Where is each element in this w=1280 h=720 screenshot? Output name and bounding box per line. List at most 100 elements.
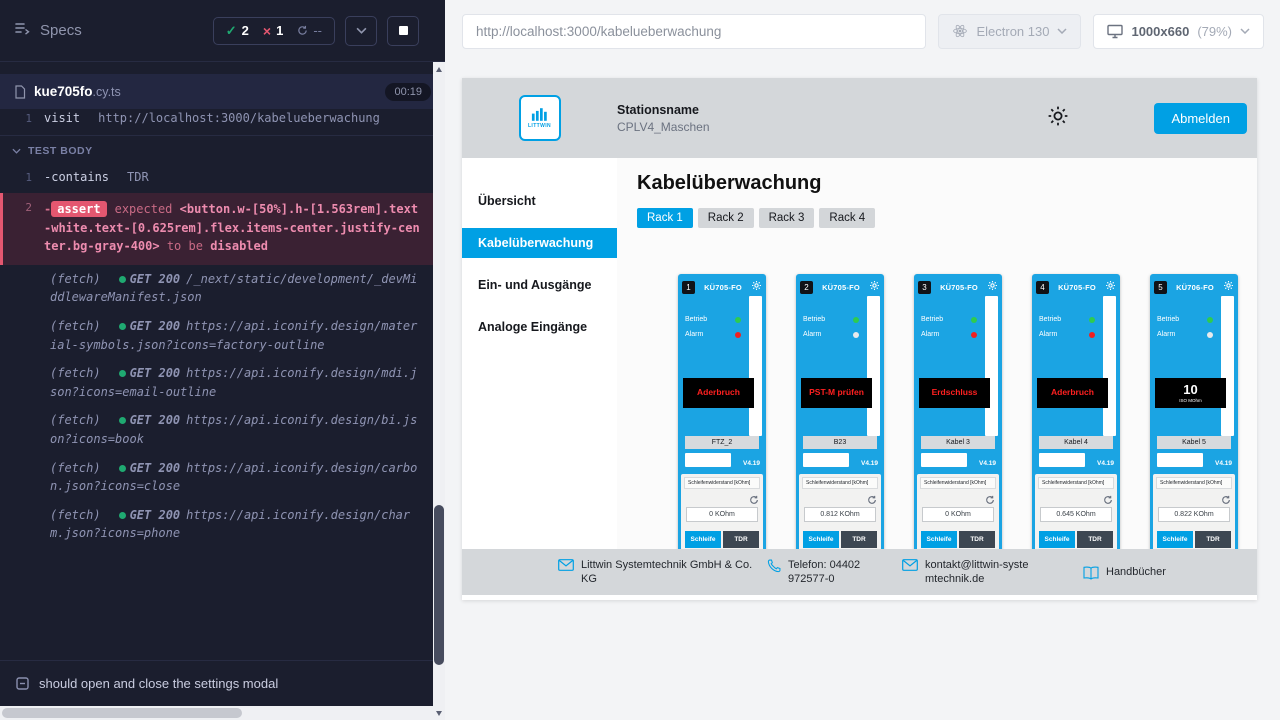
footer-icon: [902, 559, 918, 571]
chevron-down-icon: [356, 27, 367, 34]
rack-tab[interactable]: Rack 4: [819, 208, 875, 228]
electron-icon: [952, 23, 968, 39]
footer-icon: [1083, 566, 1099, 580]
sidebar-item[interactable]: Kabelüberwachung: [462, 228, 617, 258]
chevron-down-icon: [1057, 28, 1067, 34]
test-checkbox-icon: [16, 677, 29, 690]
logout-button[interactable]: Abmelden: [1154, 103, 1247, 134]
scroll-up-arrow[interactable]: [433, 62, 445, 76]
tdr-button[interactable]: TDR: [723, 531, 759, 548]
collapse-reporter-button[interactable]: [345, 16, 377, 46]
schleife-button[interactable]: Schleife: [803, 531, 839, 548]
footer-item[interactable]: kontakt@littwin-systemtechnik.de: [902, 558, 1037, 587]
failed-assert[interactable]: 2 -assertexpected <button.w-[50%].h-[1.5…: [0, 193, 445, 265]
stop-icon: [399, 26, 408, 35]
rack-tab[interactable]: Rack 1: [637, 208, 693, 228]
horizontal-scrollbar[interactable]: [0, 706, 433, 720]
firmware-version: V4.19: [1097, 460, 1114, 467]
refresh-icon[interactable]: [867, 492, 877, 510]
footer-item[interactable]: Telefon: 04402 972577-0: [767, 558, 888, 587]
tdr-button[interactable]: TDR: [1195, 531, 1231, 548]
app-footer: Littwin Systemtechnik GmbH & Co. KG Tele…: [462, 549, 1257, 595]
card-gear-icon[interactable]: [869, 278, 880, 296]
url-input[interactable]: [462, 14, 926, 49]
refresh-icon[interactable]: [1221, 492, 1231, 510]
fetch-entry[interactable]: (fetch)GET 200https://api.iconify.design…: [0, 406, 445, 453]
card-number: 3: [918, 281, 931, 294]
betrieb-led-icon: [1207, 317, 1213, 323]
card-gear-icon[interactable]: [987, 278, 998, 296]
sidebar-item[interactable]: Ein- und Ausgänge: [462, 264, 617, 306]
card-gear-icon[interactable]: [751, 278, 762, 296]
cable-name: Kabel 5: [1157, 436, 1231, 449]
rack-tab[interactable]: Rack 3: [759, 208, 815, 228]
refresh-icon[interactable]: [1103, 492, 1113, 510]
next-test-row[interactable]: should open and close the settings modal: [0, 660, 433, 706]
spec-file-icon: [14, 85, 26, 99]
measurement-label: Schleifenwiderstand [kOhm]: [1038, 477, 1114, 489]
scrollbar-thumb[interactable]: [434, 505, 444, 665]
refresh-icon[interactable]: [985, 492, 995, 510]
cross-icon: ×: [263, 23, 271, 39]
settings-gear-icon[interactable]: [1046, 104, 1070, 133]
card-gear-icon[interactable]: [1105, 278, 1116, 296]
scroll-down-arrow[interactable]: [433, 706, 445, 720]
specs-menu-icon[interactable]: [14, 21, 30, 40]
tdr-button[interactable]: TDR: [841, 531, 877, 548]
schleife-button[interactable]: Schleife: [1039, 531, 1075, 548]
betrieb-led-icon: [971, 317, 977, 323]
sidebar-item[interactable]: Analoge Eingänge: [462, 306, 617, 348]
measurement-panel: Schleifenwiderstand [kOhm] 0.812 KOhm Sc…: [799, 474, 881, 549]
mail-icon: [902, 559, 918, 571]
command-contains[interactable]: 1 -contains TDR: [0, 164, 445, 190]
fetch-entry[interactable]: (fetch)GET 200https://api.iconify.design…: [0, 454, 445, 501]
fetch-entry[interactable]: (fetch)GET 200https://api.iconify.design…: [0, 312, 445, 359]
device-model: KÜ705-FO: [816, 283, 866, 292]
betrieb-status: Betrieb: [1157, 316, 1213, 323]
vertical-scrollbar[interactable]: [433, 62, 445, 720]
card-number: 2: [800, 281, 813, 294]
device-card: 5 KÜ706-FO Betrieb Alarm: [1150, 274, 1238, 549]
rack-tab[interactable]: Rack 2: [698, 208, 754, 228]
footer-item[interactable]: Handbücher: [1083, 565, 1166, 580]
schleife-button[interactable]: Schleife: [1157, 531, 1193, 548]
card-gear-icon[interactable]: [1223, 278, 1234, 296]
schleife-button[interactable]: Schleife: [685, 531, 721, 548]
cable-name: FTZ_2: [685, 436, 759, 449]
command-visit[interactable]: 1 visit http://localhost:3000/kabelueber…: [0, 111, 445, 136]
viewport-scale: (79%): [1197, 24, 1232, 39]
browser-select[interactable]: Electron 130: [938, 14, 1081, 49]
cable-name: Kabel 3: [921, 436, 995, 449]
specs-label[interactable]: Specs: [40, 22, 82, 39]
stat-pending: --: [297, 23, 322, 38]
status-dot-icon: [119, 512, 126, 519]
chevron-down-icon: [1240, 28, 1250, 34]
status-dot-icon: [119, 276, 126, 283]
viewport-select[interactable]: 1000x660 (79%): [1093, 14, 1264, 49]
refresh-icon[interactable]: [749, 492, 759, 510]
status-display: 10 ISO MOhm: [1155, 378, 1226, 408]
status-dot-icon: [119, 370, 126, 377]
resistance-value: 0.645 KOhm: [1040, 507, 1112, 522]
indicator-bar: [867, 296, 880, 436]
logo-bars-icon: [531, 108, 549, 121]
indicator-bar: [1221, 296, 1234, 436]
spec-header[interactable]: kue705fo.cy.ts 00:19: [0, 74, 445, 109]
device-cards: 1 KÜ705-FO Betrieb Alarm: [678, 274, 1257, 549]
scrollbar-thumb[interactable]: [2, 708, 242, 718]
test-body-toggle[interactable]: TEST BODY: [0, 136, 445, 164]
cypress-reporter-panel: Specs ✓2 ×1 -- kue705fo.cy.ts 00:19 1 vi…: [0, 0, 445, 720]
footer-item[interactable]: Littwin Systemtechnik GmbH & Co. KG: [558, 558, 753, 587]
tdr-button[interactable]: TDR: [1077, 531, 1113, 548]
schleife-button[interactable]: Schleife: [921, 531, 957, 548]
stat-failed: ×1: [263, 23, 283, 39]
fetch-entry[interactable]: (fetch)GET 200https://api.iconify.design…: [0, 501, 445, 548]
tdr-button[interactable]: TDR: [959, 531, 995, 548]
device-card: 2 KÜ705-FO Betrieb Alarm: [796, 274, 884, 549]
sidebar-item[interactable]: Übersicht: [462, 180, 617, 222]
device-model: KÜ705-FO: [698, 283, 748, 292]
fetch-entry[interactable]: (fetch)GET 200/_next/static/development/…: [0, 265, 445, 312]
test-stats: ✓2 ×1 --: [213, 17, 335, 45]
fetch-entry[interactable]: (fetch)GET 200https://api.iconify.design…: [0, 359, 445, 406]
stop-run-button[interactable]: [387, 16, 419, 46]
